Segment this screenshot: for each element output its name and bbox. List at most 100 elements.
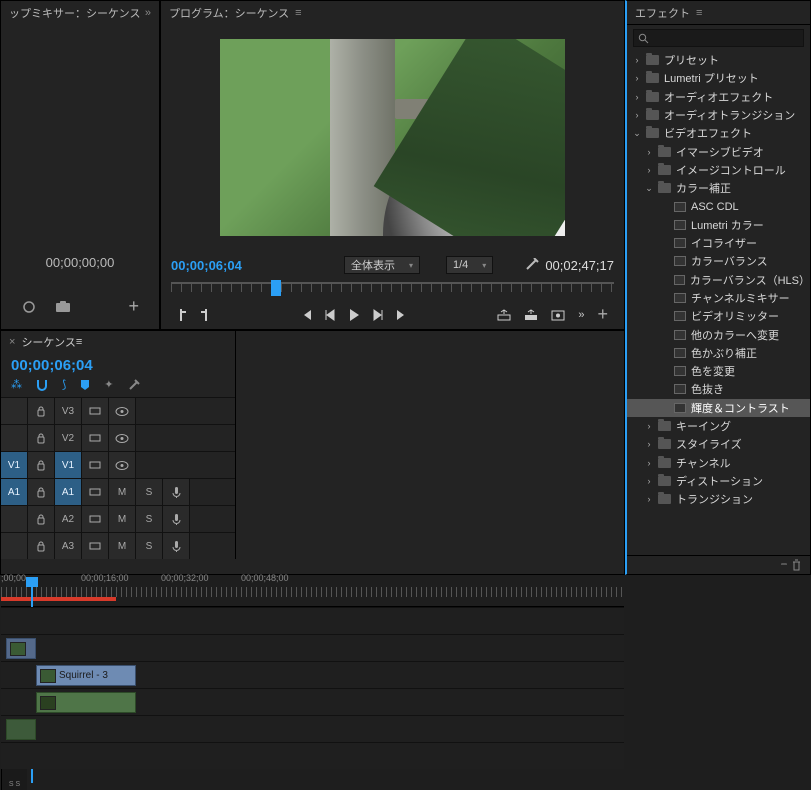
chevron-right-icon[interactable]: » — [145, 7, 151, 19]
eye-icon[interactable] — [109, 452, 136, 478]
eye-icon[interactable] — [109, 398, 136, 424]
source-patch[interactable]: A1 — [1, 479, 28, 505]
close-icon[interactable]: × — [9, 336, 15, 348]
track-target[interactable]: V3 — [55, 398, 82, 424]
tree-effect[interactable]: イコライザー — [627, 234, 810, 252]
effects-tree[interactable]: ›プリセット›Lumetri プリセット›オーディオエフェクト›オーディオトラン… — [627, 51, 810, 555]
tree-effect[interactable]: 色かぶり補正 — [627, 344, 810, 362]
tree-folder[interactable]: ›トランジション — [627, 490, 810, 508]
panel-menu-icon[interactable]: ≡ — [76, 336, 82, 348]
source-patch[interactable] — [1, 398, 28, 424]
chevron-down-icon[interactable]: ⌄ — [633, 128, 641, 139]
add-button[interactable]: + — [598, 304, 609, 325]
tree-folder[interactable]: ›イマーシブビデオ — [627, 142, 810, 160]
lock-icon[interactable] — [28, 425, 55, 451]
lock-icon[interactable] — [28, 452, 55, 478]
linked-selection-icon[interactable]: ⟆ — [62, 378, 66, 391]
track-output-icon[interactable] — [82, 425, 109, 451]
tree-folder[interactable]: ›ディストーション — [627, 472, 810, 490]
track-a3[interactable] — [1, 742, 624, 769]
tree-folder[interactable]: ›プリセット — [627, 51, 810, 69]
mute-button[interactable]: M — [109, 506, 136, 532]
tree-folder[interactable]: ⌄カラー補正 — [627, 179, 810, 197]
clip[interactable] — [6, 638, 36, 659]
solo-button[interactable]: S — [136, 479, 163, 505]
wrench-icon[interactable] — [128, 379, 140, 391]
record-icon[interactable] — [21, 299, 37, 315]
chevron-right-icon[interactable]: › — [645, 458, 653, 468]
camera-icon[interactable] — [55, 299, 71, 315]
mark-out-icon[interactable] — [200, 308, 210, 322]
lock-icon[interactable] — [28, 533, 55, 559]
tree-effect[interactable]: 他のカラーへ変更 — [627, 325, 810, 343]
sequence-title[interactable]: シーケンス — [21, 334, 75, 350]
play-icon[interactable] — [348, 308, 360, 322]
track-target[interactable]: A2 — [55, 506, 82, 532]
voice-over-icon[interactable] — [163, 479, 190, 505]
export-frame-icon[interactable] — [551, 309, 565, 321]
panel-menu-icon[interactable]: ≡ — [295, 7, 301, 19]
settings-icon[interactable]: ✦ — [104, 378, 113, 391]
lock-icon[interactable] — [28, 506, 55, 532]
track-target[interactable]: V1 — [55, 452, 82, 478]
solo-button[interactable]: S — [136, 506, 163, 532]
settings-icon[interactable] — [525, 258, 539, 272]
tree-folder[interactable]: ⌄ビデオエフェクト — [627, 124, 810, 142]
track-target[interactable]: A3 — [55, 533, 82, 559]
program-tc-current[interactable]: 00;00;06;04 — [171, 258, 242, 273]
tree-effect[interactable]: カラーバランス — [627, 252, 810, 270]
tree-folder[interactable]: ›チャンネル — [627, 454, 810, 472]
tree-folder[interactable]: ›オーディオトランジション — [627, 106, 810, 124]
track-v2[interactable] — [1, 634, 624, 661]
tree-folder[interactable]: ›イメージコントロール — [627, 161, 810, 179]
source-patch[interactable] — [1, 506, 28, 532]
more-icon[interactable]: » — [578, 309, 584, 321]
audio-clip[interactable] — [36, 692, 136, 713]
clip[interactable]: Squirrel - 3 — [36, 665, 136, 686]
chevron-right-icon[interactable]: › — [633, 73, 641, 83]
voice-over-icon[interactable] — [163, 533, 190, 559]
track-output-icon[interactable] — [82, 506, 109, 532]
tree-effect[interactable]: 色抜き — [627, 380, 810, 398]
chevron-right-icon[interactable]: › — [645, 439, 653, 449]
chevron-right-icon[interactable]: › — [645, 421, 653, 431]
lift-icon[interactable] — [497, 309, 511, 321]
tree-folder[interactable]: ›キーイング — [627, 417, 810, 435]
mute-button[interactable]: M — [109, 533, 136, 559]
effects-search-input[interactable] — [633, 29, 804, 47]
tree-effect[interactable]: チャンネルミキサー — [627, 289, 810, 307]
tree-folder[interactable]: ›オーディオエフェクト — [627, 88, 810, 106]
resolution-dropdown[interactable]: 1/4 ▾ — [446, 256, 493, 274]
source-patch[interactable]: V1 — [1, 452, 28, 478]
playhead-icon[interactable] — [271, 280, 281, 296]
chevron-right-icon[interactable]: › — [645, 165, 653, 175]
track-target[interactable]: V2 — [55, 425, 82, 451]
chevron-right-icon[interactable]: › — [633, 110, 641, 120]
timeline-timecode[interactable]: 00;00;06;04 — [1, 353, 235, 376]
tree-effect[interactable]: カラーバランス（HLS） — [627, 271, 810, 289]
timeline-ruler[interactable]: ;00;0000;00;16;0000;00;32;0000;00;48;00 — [1, 559, 624, 607]
tree-folder[interactable]: ›Lumetri プリセット — [627, 69, 810, 87]
track-v1[interactable]: Squirrel - 3 — [1, 661, 624, 688]
tree-effect[interactable]: 色を変更 — [627, 362, 810, 380]
tree-effect[interactable]: 輝度＆コントラスト — [627, 399, 810, 417]
panel-menu-icon[interactable]: ≡ — [696, 7, 702, 19]
program-scrubber[interactable] — [171, 280, 614, 302]
track-output-icon[interactable] — [82, 533, 109, 559]
fit-dropdown[interactable]: 全体表示 ▾ — [344, 256, 420, 274]
tree-effect[interactable]: ASC CDL — [627, 197, 810, 215]
add-button[interactable]: + — [128, 296, 139, 317]
track-output-icon[interactable] — [82, 479, 109, 505]
magnet-icon[interactable] — [36, 379, 48, 391]
program-monitor[interactable] — [161, 25, 624, 250]
lock-icon[interactable] — [28, 479, 55, 505]
solo-button[interactable]: S — [136, 533, 163, 559]
chevron-right-icon[interactable]: › — [633, 92, 641, 102]
track-output-icon[interactable] — [82, 398, 109, 424]
track-v3[interactable] — [1, 607, 624, 634]
go-to-out-icon[interactable] — [396, 309, 408, 321]
step-back-icon[interactable] — [325, 309, 335, 321]
eye-icon[interactable] — [109, 425, 136, 451]
extract-icon[interactable] — [524, 309, 538, 321]
source-patch[interactable] — [1, 425, 28, 451]
